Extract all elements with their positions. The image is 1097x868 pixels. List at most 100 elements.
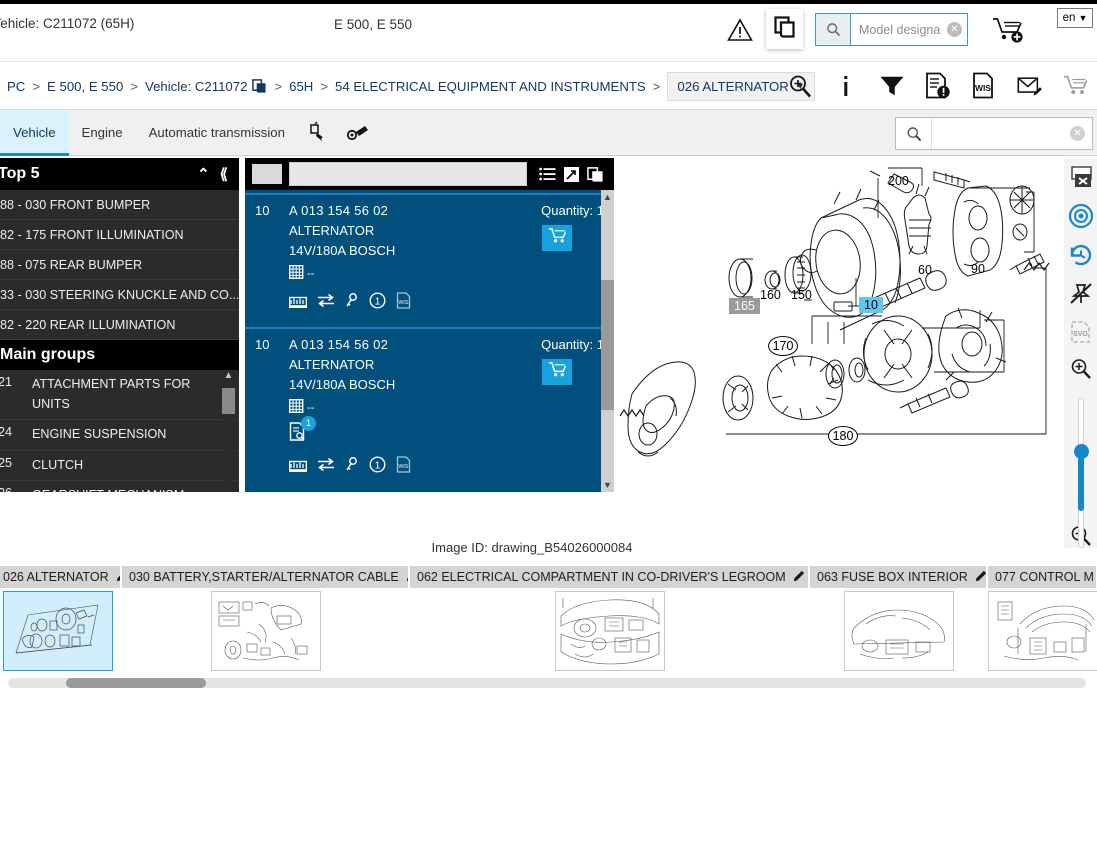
scroll-up-arrow-icon[interactable]: ▲ — [222, 370, 235, 381]
thumbnail-cell-1[interactable] — [122, 590, 410, 672]
thumbnail-image-battery-cable[interactable] — [211, 591, 321, 671]
technical-drawing-panel[interactable]: 200 60 90 160 150 165 10 170 180 — [616, 158, 1061, 492]
sidebar-item-group-26[interactable]: 26 GEARSHIFT MECHANISM — [0, 481, 239, 492]
wis-icon[interactable]: WIS — [396, 456, 411, 478]
sidebar-item-top5-0[interactable]: 88 - 030 FRONT BUMPER — [0, 190, 239, 220]
copy-button[interactable] — [766, 9, 803, 49]
filter-icon[interactable] — [879, 73, 905, 99]
document-search-button[interactable]: 1 — [255, 416, 316, 446]
scroll-thumb[interactable] — [222, 388, 235, 414]
exchange-icon[interactable] — [317, 293, 335, 313]
tab-engine[interactable]: Engine — [69, 110, 136, 156]
sidebar-scrollbar[interactable]: ▲ ▼ — [222, 370, 235, 492]
add-to-cart-button[interactable] — [542, 359, 572, 385]
parts-scrollbar[interactable]: ▲ ▼ — [601, 190, 614, 492]
info-icon[interactable] — [833, 73, 859, 99]
history-reset-icon[interactable] — [1068, 242, 1094, 268]
callout-10[interactable]: 10 — [859, 297, 883, 313]
thumbnail-image-control-module[interactable] — [988, 591, 1097, 671]
callout-200[interactable]: 200 — [888, 174, 909, 188]
thumbnail-image-alternator[interactable] — [3, 591, 113, 671]
scroll-thumb[interactable] — [601, 280, 614, 410]
key-icon[interactable] — [345, 456, 359, 478]
parts-filter-input[interactable] — [289, 162, 527, 186]
scroll-down-arrow-icon[interactable]: ▼ — [601, 480, 614, 490]
oil-can-icon[interactable] — [298, 120, 338, 146]
sidebar-item-top5-3[interactable]: 33 - 030 STEERING KNUCKLE AND CO... — [0, 280, 239, 310]
thumbnail-cell-3[interactable] — [810, 590, 988, 672]
email-edit-icon[interactable] — [1017, 73, 1043, 99]
factory-icon[interactable] — [288, 293, 308, 313]
thumbnail-image-fuse-box[interactable] — [844, 591, 954, 671]
note-1-icon[interactable]: 1 — [369, 292, 386, 314]
scroll-up-arrow-icon[interactable]: ▲ — [601, 192, 614, 202]
part-card[interactable]: 10 A 013 154 56 02 Quantity: 1 ALTERNATO… — [245, 327, 614, 488]
unpin-icon[interactable] — [1068, 281, 1094, 307]
add-to-cart-button[interactable] — [542, 225, 572, 251]
callout-170[interactable]: 170 — [768, 336, 798, 356]
chevron-up-icon[interactable]: ⌃ — [192, 165, 215, 183]
breadcrumb-item-vehicle[interactable]: Vehicle: C211072 — [145, 79, 247, 94]
thumbnail-cell-4[interactable] — [988, 590, 1097, 672]
callout-180[interactable]: 180 — [828, 426, 858, 446]
sidebar-item-group-24[interactable]: 24 ENGINE SUSPENSION — [0, 420, 239, 451]
close-box-icon[interactable] — [1068, 166, 1094, 190]
zoom-slider-handle[interactable] — [1073, 444, 1089, 459]
breadcrumb-item-group[interactable]: 54 ELECTRICAL EQUIPMENT AND INSTRUMENTS — [335, 79, 646, 94]
callout-60[interactable]: 60 — [918, 263, 932, 277]
thumbnail-label-2[interactable]: 062 ELECTRICAL COMPARTMENT IN CO-DRIVER'… — [410, 566, 810, 588]
thumbnail-horizontal-scrollbar[interactable] — [8, 678, 1086, 688]
model-search-clear-icon[interactable]: ✕ — [947, 22, 962, 37]
factory-icon[interactable] — [288, 457, 308, 477]
thumbnail-label-4[interactable]: 077 CONTROL M — [988, 566, 1097, 588]
vehicle-copy-icon[interactable] — [252, 78, 267, 94]
parts-position-box[interactable] — [251, 163, 283, 185]
svg-export-icon[interactable]: SVG — [1068, 320, 1094, 344]
part-card[interactable]: 10 A 013 154 56 02 Quantity: 1 ALTERNATO… — [245, 193, 614, 324]
expand-icon[interactable] — [560, 166, 583, 182]
thumbnail-label-3[interactable]: 063 FUSE BOX INTERIOR — [810, 566, 988, 588]
part-grid-row[interactable]: -- — [255, 398, 604, 416]
key-icon[interactable] — [345, 292, 359, 314]
breadcrumb-item-model[interactable]: E 500, E 550 — [47, 79, 123, 94]
breadcrumb-item-65h[interactable]: 65H — [289, 79, 313, 94]
wis-icon[interactable]: WIS — [396, 292, 411, 314]
part-grid-row[interactable]: -- — [255, 264, 604, 282]
callout-90[interactable]: 90 — [971, 262, 985, 276]
thumbnail-cell-0[interactable] — [0, 590, 122, 672]
warning-triangle-icon[interactable] — [727, 18, 753, 47]
target-focus-icon[interactable] — [1068, 203, 1094, 229]
cart-add-button[interactable] — [992, 16, 1026, 49]
breadcrumb-item-pc[interactable]: PC — [7, 79, 25, 94]
sidebar-item-top5-2[interactable]: 88 - 075 REAR BUMPER — [0, 250, 239, 280]
callout-150[interactable]: 150 — [791, 288, 812, 302]
exchange-icon[interactable] — [317, 457, 335, 477]
tab-automatic-transmission[interactable]: Automatic transmission — [136, 110, 298, 156]
thumbnail-label-0[interactable]: 026 ALTERNATOR — [0, 566, 122, 588]
thumbnail-cell-2[interactable] — [410, 590, 810, 672]
note-1-icon[interactable]: 1 — [369, 456, 386, 478]
callout-160[interactable]: 160 — [760, 288, 781, 302]
edit-icon[interactable] — [793, 569, 806, 585]
list-view-icon[interactable] — [535, 167, 560, 181]
zoom-search-icon[interactable] — [787, 73, 813, 99]
sidebar-item-top5-1[interactable]: 82 - 175 FRONT ILLUMINATION — [0, 220, 239, 250]
tab-vehicle[interactable]: Vehicle — [0, 109, 69, 156]
sidebar-item-group-21[interactable]: 21 ATTACHMENT PARTS FOR UNITS — [0, 370, 239, 421]
document-alert-icon[interactable] — [925, 72, 951, 99]
zoom-slider[interactable] — [1073, 398, 1089, 548]
chevrons-left-icon[interactable]: ⟪ — [215, 165, 233, 183]
cart-icon[interactable] — [1063, 73, 1089, 99]
search-clear-icon[interactable]: ✕ — [1070, 126, 1085, 141]
thumbnail-image-electrical-compartment[interactable] — [555, 591, 665, 671]
wis-document-icon[interactable]: WIS — [971, 72, 997, 99]
model-search-field[interactable]: Model designa ✕ — [815, 13, 968, 46]
tools-icon[interactable] — [338, 120, 380, 146]
edit-icon[interactable] — [975, 569, 986, 585]
zoom-in-icon[interactable] — [1068, 357, 1094, 381]
copy-icon[interactable] — [583, 166, 608, 183]
language-selector[interactable]: en ▼ — [1057, 8, 1093, 28]
sidebar-item-group-25[interactable]: 25 CLUTCH — [0, 451, 239, 482]
scroll-thumb[interactable] — [66, 678, 206, 688]
sidebar-item-top5-4[interactable]: 82 - 220 REAR ILLUMINATION — [0, 310, 239, 340]
